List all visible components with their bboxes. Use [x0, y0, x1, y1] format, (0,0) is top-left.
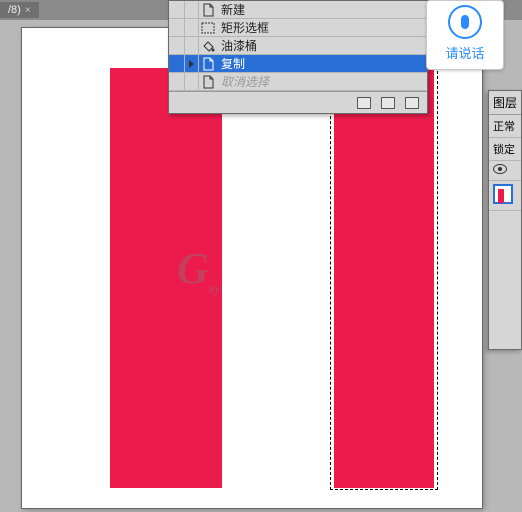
layers-panel-title: 图层	[489, 91, 521, 115]
new-snapshot-icon[interactable]	[357, 97, 371, 109]
voice-label: 请说话	[445, 43, 484, 62]
document-icon	[199, 1, 217, 18]
history-play-col	[185, 19, 199, 36]
history-toggle-col[interactable]	[169, 73, 185, 90]
blend-mode-select[interactable]: 正常	[489, 115, 521, 138]
new-document-icon[interactable]	[381, 97, 395, 109]
delete-icon[interactable]	[405, 97, 419, 109]
selection-marquee	[330, 66, 438, 490]
history-item-label: 新建	[217, 1, 427, 18]
history-item-label: 取消选择	[217, 73, 427, 90]
history-play-col	[185, 55, 199, 72]
history-item[interactable]: 取消选择	[169, 73, 427, 91]
history-toggle-col[interactable]	[169, 37, 185, 54]
voice-input-bubble[interactable]: 请说话	[426, 0, 504, 70]
history-item[interactable]: 新建	[169, 1, 427, 19]
document-tab[interactable]: /8) ×	[0, 2, 39, 18]
history-panel: 新建矩形选框油漆桶复制取消选择	[168, 0, 428, 114]
history-item-label: 矩形选框	[217, 19, 427, 36]
microphone-icon[interactable]	[448, 5, 482, 39]
history-item[interactable]: 矩形选框	[169, 19, 427, 37]
history-play-col	[185, 1, 199, 18]
layers-panel: 图层 正常 锁定	[488, 90, 522, 350]
play-icon	[189, 60, 194, 68]
close-icon[interactable]: ×	[25, 5, 31, 16]
lock-row: 锁定	[489, 138, 521, 161]
layer-row[interactable]	[489, 181, 521, 211]
history-panel-footer	[169, 91, 427, 113]
paint-bucket-icon	[199, 37, 217, 54]
marquee-icon	[199, 19, 217, 36]
tab-label: /8)	[8, 4, 21, 16]
layer-row[interactable]	[489, 161, 521, 181]
workspace: /8) × Gsy 新建矩形选框油漆桶复制取消选择 请说话 图层 正常 锁定	[0, 0, 522, 512]
watermark: Gsy	[177, 243, 220, 298]
layer-thumbnail[interactable]	[493, 184, 513, 204]
history-toggle-col[interactable]	[169, 1, 185, 18]
history-play-col	[185, 37, 199, 54]
history-toggle-col[interactable]	[169, 55, 185, 72]
history-item[interactable]: 复制	[169, 55, 427, 73]
document-icon	[199, 73, 217, 90]
history-item[interactable]: 油漆桶	[169, 37, 427, 55]
history-play-col	[185, 73, 199, 90]
history-item-label: 油漆桶	[217, 37, 427, 54]
history-item-label: 复制	[217, 55, 427, 72]
document-icon	[199, 55, 217, 72]
visibility-eye-icon[interactable]	[493, 164, 507, 174]
history-toggle-col[interactable]	[169, 19, 185, 36]
